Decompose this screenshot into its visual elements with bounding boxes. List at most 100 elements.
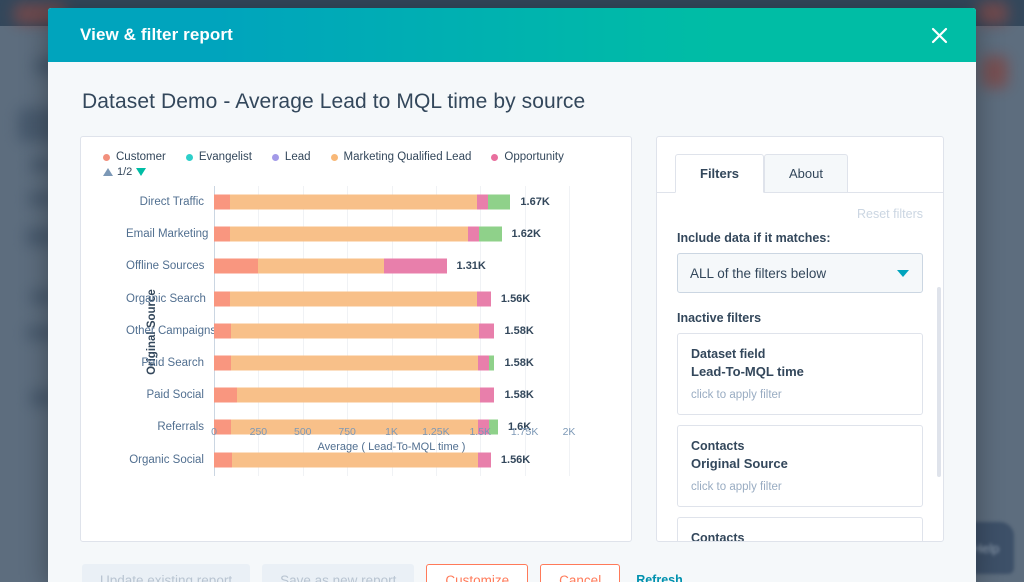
- customize-button[interactable]: Customize: [426, 564, 528, 582]
- bar-segment-marketing-qualified-lead[interactable]: [230, 291, 477, 306]
- bar-segment-evangelist[interactable]: [479, 227, 501, 242]
- legend-item-customer[interactable]: Customer: [103, 151, 166, 163]
- chart-legend: Customer Evangelist Lead Marketing Qualifie…: [81, 137, 631, 163]
- stacked-bar[interactable]: [214, 388, 494, 403]
- bar-segment-customer[interactable]: [214, 195, 230, 210]
- stacked-bar[interactable]: [214, 227, 502, 242]
- update-existing-report-button[interactable]: Update existing report: [82, 564, 250, 582]
- tab-about[interactable]: About: [764, 154, 848, 193]
- panel-scrollbar[interactable]: [937, 287, 941, 477]
- cancel-button[interactable]: Cancel: [540, 564, 620, 582]
- bar-segment-evangelist[interactable]: [488, 195, 510, 210]
- tab-filters[interactable]: Filters: [675, 154, 764, 193]
- legend-next-icon[interactable]: [136, 168, 146, 176]
- bar-segment-opportunity[interactable]: [478, 356, 490, 371]
- filter-field: Original Source: [691, 455, 909, 474]
- bar-segment-opportunity[interactable]: [477, 291, 491, 306]
- bar-segment-marketing-qualified-lead[interactable]: [231, 323, 480, 338]
- bar-segment-opportunity[interactable]: [479, 323, 494, 338]
- chart-bar-row: Offline Sources 1.31K: [126, 250, 621, 282]
- content-row: Customer Evangelist Lead Marketing Qualifie…: [80, 136, 944, 542]
- bar-value-label: 1.56K: [501, 293, 530, 305]
- refresh-link[interactable]: Refresh: [636, 573, 683, 582]
- chart-bar-row: Paid Search1.58K: [126, 347, 621, 379]
- bar-segment-marketing-qualified-lead[interactable]: [230, 227, 468, 242]
- bar-segment-opportunity[interactable]: [468, 227, 480, 242]
- stacked-bar[interactable]: [214, 323, 494, 338]
- gridline: [569, 315, 570, 347]
- chart-bar-row: Organic Search1.56K: [126, 283, 621, 315]
- save-as-new-report-button[interactable]: Save as new report: [262, 564, 414, 582]
- bar-value-label: 1.56K: [501, 454, 530, 466]
- legend-color-dot: [491, 154, 498, 161]
- stacked-bar[interactable]: [214, 291, 491, 306]
- page-title: Dataset Demo - Average Lead to MQL time …: [80, 62, 944, 136]
- x-tick-label: 1.25K: [422, 426, 449, 438]
- bar-segment-marketing-qualified-lead[interactable]: [237, 388, 480, 403]
- inactive-filters-list: Dataset fieldLead-To-MQL timeclick to ap…: [677, 333, 923, 542]
- legend-page-label: 1/2: [117, 166, 132, 178]
- filter-card[interactable]: ContactsOriginal Sourceclick to apply fi…: [677, 425, 923, 507]
- bar-segment-opportunity[interactable]: [477, 195, 489, 210]
- bar-segment-customer[interactable]: [214, 323, 231, 338]
- panel-tabs: FiltersAbout: [657, 137, 943, 193]
- bar-segment-marketing-qualified-lead[interactable]: [231, 356, 478, 371]
- filter-card[interactable]: ContactsLifecycle stage: [677, 517, 923, 542]
- gridline: [569, 250, 570, 282]
- stacked-bar[interactable]: [214, 356, 494, 371]
- bar-track: 1.58K: [214, 315, 569, 347]
- bar-segment-marketing-qualified-lead[interactable]: [230, 195, 477, 210]
- filter-card[interactable]: Dataset fieldLead-To-MQL timeclick to ap…: [677, 333, 923, 415]
- bar-segment-customer[interactable]: [214, 227, 230, 242]
- x-axis-ticks: 02505007501K1.25K1.5K1.75K2K: [214, 423, 569, 439]
- view-filter-report-modal: View & filter report Dataset Demo - Aver…: [48, 8, 976, 582]
- close-icon[interactable]: [924, 20, 954, 50]
- category-label: Organic Social: [126, 454, 214, 466]
- legend-color-dot: [272, 154, 279, 161]
- legend-prev-icon[interactable]: [103, 168, 113, 176]
- bar-segment-opportunity[interactable]: [384, 259, 446, 274]
- chart-bar-row: Other Campaigns1.58K: [126, 315, 621, 347]
- x-tick-label: 750: [338, 426, 356, 438]
- bar-segment-customer[interactable]: [214, 356, 231, 371]
- bar-segment-customer[interactable]: [214, 452, 232, 467]
- bar-track: 1.56K: [214, 283, 569, 315]
- bar-segment-customer[interactable]: [214, 291, 230, 306]
- legend-item-marketing-qualified-lead[interactable]: Marketing Qualified Lead: [331, 151, 472, 163]
- stacked-bar[interactable]: [214, 195, 510, 210]
- bar-value-label: 1.67K: [520, 196, 549, 208]
- gridline: [569, 186, 570, 218]
- legend-label: Evangelist: [199, 151, 252, 163]
- legend-label: Marketing Qualified Lead: [344, 151, 472, 163]
- bar-segment-opportunity[interactable]: [480, 388, 494, 403]
- category-label: Offline Sources: [126, 260, 214, 272]
- reset-filters-link[interactable]: Reset filters: [677, 193, 923, 231]
- bar-segment-evangelist[interactable]: [489, 356, 494, 371]
- gridline: [569, 444, 570, 476]
- gridline: [525, 250, 526, 282]
- bar-segment-opportunity[interactable]: [478, 452, 490, 467]
- panel-content: Reset filters Include data if it matches…: [657, 193, 943, 542]
- filter-object: Dataset field: [691, 345, 909, 363]
- legend-item-opportunity[interactable]: Opportunity: [491, 151, 563, 163]
- bar-value-label: 1.31K: [457, 260, 486, 272]
- legend-color-dot: [103, 154, 110, 161]
- bar-segment-customer[interactable]: [214, 388, 237, 403]
- bar-segment-marketing-qualified-lead[interactable]: [232, 452, 479, 467]
- stacked-bar[interactable]: [214, 259, 447, 274]
- match-type-select[interactable]: ALL of the filters below: [677, 253, 923, 293]
- bar-segment-marketing-qualified-lead[interactable]: [258, 259, 384, 274]
- inactive-filters-label: Inactive filters: [677, 311, 923, 325]
- gridline: [569, 218, 570, 250]
- stacked-bar[interactable]: [214, 452, 491, 467]
- modal-footer: Update existing report Save as new repor…: [80, 542, 944, 582]
- bar-segment-customer[interactable]: [214, 259, 258, 274]
- x-axis-title: Average ( Lead-To-MQL time ): [214, 441, 569, 453]
- chart-bar-row: Direct Traffic1.67K: [126, 186, 621, 218]
- legend-item-lead[interactable]: Lead: [272, 151, 311, 163]
- x-tick-label: 2K: [563, 426, 576, 438]
- legend-pager: 1/2: [81, 163, 631, 178]
- legend-item-evangelist[interactable]: Evangelist: [186, 151, 252, 163]
- category-label: Email Marketing: [126, 228, 214, 240]
- match-type-value: ALL of the filters below: [690, 266, 826, 281]
